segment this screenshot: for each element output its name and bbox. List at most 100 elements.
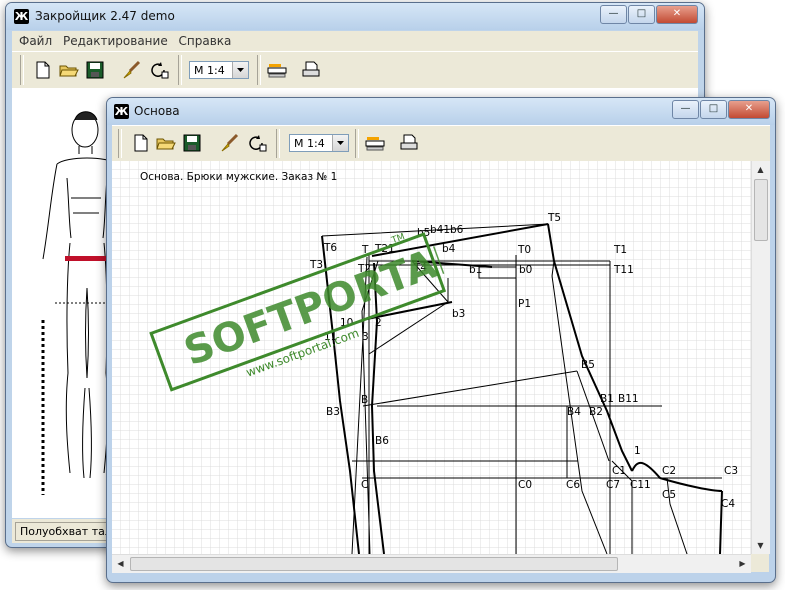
point-label-b41: b41 <box>430 224 450 236</box>
child-minimize-button[interactable]: — <box>672 100 699 119</box>
child-close-button[interactable]: ✕ <box>728 100 770 119</box>
drawing-canvas[interactable]: Основа. Брюки мужские. Заказ № 1 T5 T6 T… <box>112 161 751 554</box>
point-label-b6: b6 <box>450 224 464 236</box>
scroll-corner <box>751 554 769 572</box>
app-logo-icon: Ж <box>14 9 29 24</box>
document-logo-icon: Ж <box>114 104 129 119</box>
main-toolbar: M 1:4 <box>12 51 698 89</box>
point-label-B3: B3 <box>326 406 340 418</box>
new-file-button[interactable] <box>32 59 54 81</box>
point-label-C0: C0 <box>518 479 532 491</box>
drawing-caption: Основа. Брюки мужские. Заказ № 1 <box>140 171 337 183</box>
ruler-settings-icon <box>267 64 287 78</box>
point-label-B2: B2 <box>589 406 603 418</box>
scale-value: M 1:4 <box>194 64 225 77</box>
ruler-settings-icon <box>365 137 385 151</box>
open-folder-icon <box>59 65 79 77</box>
child-clear-button[interactable] <box>219 132 241 154</box>
save-disk-icon <box>183 134 201 152</box>
menu-edit[interactable]: Редактирование <box>63 31 168 51</box>
save-button[interactable] <box>84 59 106 81</box>
rotate-button[interactable] <box>148 59 170 81</box>
point-label-C5: C5 <box>662 489 676 501</box>
child-window-title: Основа <box>134 104 180 118</box>
child-save-button[interactable] <box>181 132 203 154</box>
clear-button[interactable] <box>121 59 143 81</box>
main-titlebar[interactable]: Ж Закройщик 2.47 demo — □ ✕ <box>6 3 704 30</box>
save-disk-icon <box>86 61 104 79</box>
point-label-T0: T0 <box>517 244 531 256</box>
point-label-b1: b1 <box>469 264 482 276</box>
point-label-b0: b0 <box>519 264 532 276</box>
point-label-T11: T11 <box>613 264 634 276</box>
new-file-icon <box>134 134 148 152</box>
vertical-scrollbar[interactable]: ▲ ▼ <box>751 161 770 554</box>
child-scale-value: M 1:4 <box>294 137 325 150</box>
settings-button[interactable] <box>266 59 288 81</box>
point-label-C11: C11 <box>630 479 651 491</box>
child-settings-button[interactable] <box>364 132 386 154</box>
minimize-button[interactable]: — <box>600 5 627 24</box>
toolbar-separator <box>118 129 122 158</box>
close-button[interactable]: ✕ <box>656 5 698 24</box>
point-label-C6: C6 <box>566 479 580 491</box>
scroll-up-icon[interactable]: ▲ <box>753 162 768 177</box>
chevron-down-icon <box>332 135 348 151</box>
point-label-B4: B4 <box>567 406 581 418</box>
point-label-C4: C4 <box>721 498 735 510</box>
open-button[interactable] <box>58 59 80 81</box>
print-button[interactable] <box>300 59 322 81</box>
toolbar-separator <box>20 55 24 85</box>
brush-icon <box>123 60 141 79</box>
maximize-button[interactable]: □ <box>628 5 655 24</box>
chevron-down-icon <box>232 62 248 78</box>
new-file-icon <box>36 61 50 79</box>
toolbar-separator <box>276 129 280 158</box>
scroll-right-icon[interactable]: ▶ <box>735 556 750 571</box>
point-label-P1: P1 <box>518 298 531 310</box>
point-label-C1: C1 <box>612 465 626 477</box>
toolbar-separator <box>257 55 261 85</box>
child-scale-select[interactable]: M 1:4 <box>289 134 349 152</box>
point-label-B: B <box>361 394 368 406</box>
point-label-b4: b4 <box>442 243 456 255</box>
child-window: Ж Основа — □ ✕ M 1:4 Основа. Брюки мужск… <box>106 97 776 583</box>
point-label-T1: T1 <box>613 244 627 256</box>
scroll-left-icon[interactable]: ◀ <box>113 556 128 571</box>
point-label-1: 1 <box>634 445 641 457</box>
point-label-B1: B1 <box>600 393 614 405</box>
point-label-C2: C2 <box>662 465 676 477</box>
menu-help[interactable]: Справка <box>179 31 232 51</box>
vertical-scroll-thumb[interactable] <box>754 179 768 241</box>
print-icon <box>302 61 320 77</box>
rotate-icon <box>151 62 169 79</box>
child-rotate-button[interactable] <box>246 132 268 154</box>
open-folder-icon <box>156 138 176 150</box>
child-new-button[interactable] <box>130 132 152 154</box>
toolbar-separator <box>178 55 182 85</box>
point-label-T5: T5 <box>547 212 561 224</box>
point-label-C7: C7 <box>606 479 620 491</box>
child-titlebar[interactable]: Ж Основа — □ ✕ <box>107 98 775 125</box>
child-maximize-button[interactable]: □ <box>700 100 727 119</box>
scroll-down-icon[interactable]: ▼ <box>753 538 768 553</box>
point-label-C3: C3 <box>724 465 738 477</box>
main-menubar: Файл Редактирование Справка <box>12 31 698 51</box>
scale-select[interactable]: M 1:4 <box>189 61 249 79</box>
child-print-button[interactable] <box>398 132 420 154</box>
child-open-button[interactable] <box>155 132 177 154</box>
horizontal-scrollbar[interactable]: ◀ ▶ <box>112 554 751 573</box>
point-label-B11: B11 <box>618 393 639 405</box>
main-window-title: Закройщик 2.47 demo <box>35 9 175 23</box>
toolbar-separator <box>355 129 359 158</box>
menu-file[interactable]: Файл <box>19 31 52 51</box>
horizontal-scroll-thumb[interactable] <box>130 557 618 571</box>
point-label-B5: B5 <box>581 359 595 371</box>
point-label-C: C <box>361 479 368 491</box>
point-label-B6: B6 <box>375 435 389 447</box>
rotate-icon <box>249 135 267 152</box>
brush-icon <box>221 133 239 152</box>
status-field: Полуобхват талии <box>15 522 116 541</box>
child-toolbar: M 1:4 <box>112 125 770 162</box>
print-icon <box>400 134 418 150</box>
